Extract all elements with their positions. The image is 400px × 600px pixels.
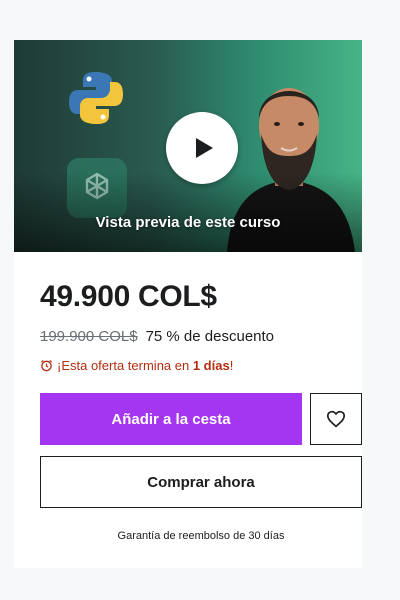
- course-purchase-card: Vista previa de este curso 49.900 COL$ 1…: [14, 40, 362, 568]
- alarm-clock-icon: [40, 359, 53, 372]
- add-to-cart-button[interactable]: Añadir a la cesta: [40, 393, 302, 445]
- play-icon: [196, 138, 213, 158]
- heart-icon: [327, 410, 345, 428]
- discount-label: 75 % de descuento: [145, 328, 275, 345]
- offer-countdown: ¡Esta oferta termina en 1 días!: [40, 358, 233, 373]
- wishlist-button[interactable]: [310, 393, 362, 445]
- offer-suffix: !: [229, 358, 234, 373]
- python-logo-icon: [69, 72, 123, 124]
- course-preview[interactable]: Vista previa de este curso: [14, 40, 362, 252]
- play-button[interactable]: [166, 112, 238, 184]
- preview-overlay: [14, 172, 362, 252]
- original-price: 199.900 COL$: [40, 328, 138, 345]
- offer-text: ¡Esta oferta termina en: [57, 358, 193, 373]
- preview-label: Vista previa de este curso: [95, 214, 281, 231]
- current-price: 49.900 COL$: [40, 280, 217, 313]
- price-details: 199.900 COL$ 75 % de descuento: [40, 328, 274, 345]
- buy-now-button[interactable]: Comprar ahora: [40, 456, 362, 508]
- offer-days: 1 días: [192, 358, 230, 373]
- money-back-guarantee: Garantía de reembolso de 30 días: [117, 530, 285, 542]
